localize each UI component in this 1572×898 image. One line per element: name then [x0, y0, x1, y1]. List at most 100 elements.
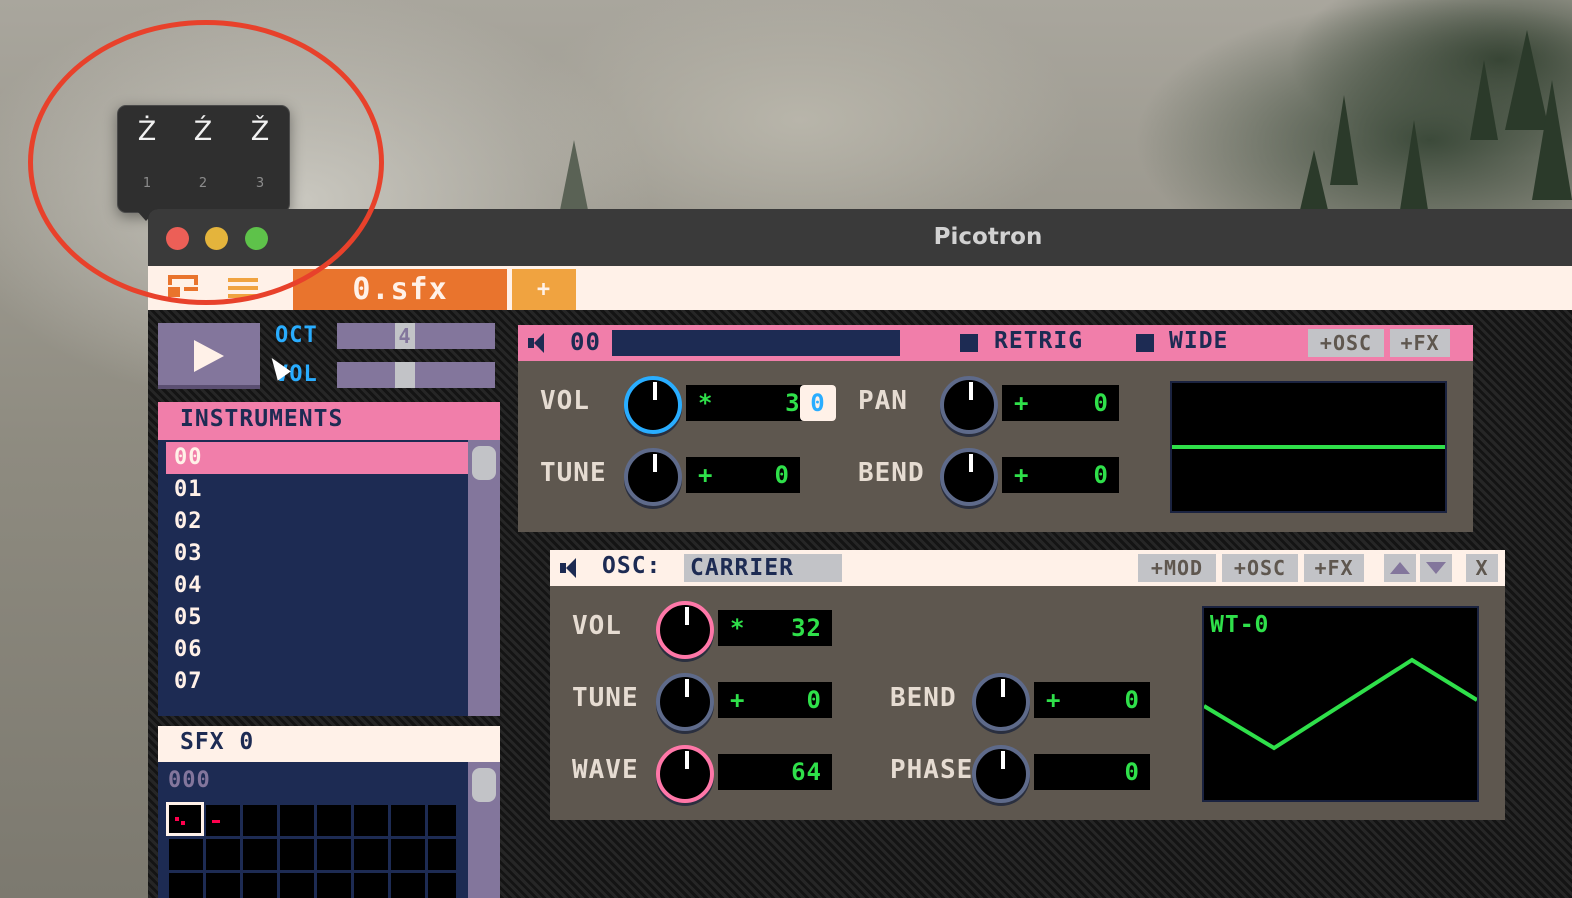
- play-icon: [194, 340, 224, 372]
- osc-vol-field[interactable]: * 32: [718, 610, 832, 646]
- tree: [1330, 95, 1358, 185]
- wave-field[interactable]: 64: [718, 754, 832, 790]
- instruments-header: INSTRUMENTS: [158, 402, 500, 440]
- remove-osc-button[interactable]: X: [1466, 554, 1498, 582]
- osc-name-field[interactable]: CARRIER: [684, 554, 842, 582]
- instrument-item[interactable]: 02: [166, 506, 466, 538]
- vol-sign: *: [698, 389, 714, 417]
- add-tab-button[interactable]: +: [512, 269, 576, 310]
- arrow-up-icon: [1390, 562, 1410, 574]
- tree: [1300, 150, 1328, 210]
- move-up-button[interactable]: [1384, 554, 1416, 582]
- add-fx-button[interactable]: +FX: [1390, 329, 1450, 357]
- volume-slider-handle[interactable]: [395, 362, 415, 388]
- volume-slider[interactable]: [337, 362, 495, 388]
- sfx-scrollbar[interactable]: [468, 762, 500, 898]
- move-down-button[interactable]: [1420, 554, 1452, 582]
- instruments-scrollbar[interactable]: [468, 440, 500, 716]
- tab-0-sfx[interactable]: 0.sfx: [293, 269, 507, 310]
- osc-vol-knob[interactable]: [656, 601, 714, 659]
- sfx-grid-cells[interactable]: [166, 802, 456, 898]
- phase-value: 0: [1124, 758, 1140, 786]
- note-marker: [212, 820, 220, 823]
- sfx-editor: OCT 4 VOL INSTRUMENTS 00 01 02 03 04 05 …: [148, 310, 1572, 898]
- sfx-pattern-grid[interactable]: 000: [158, 762, 500, 898]
- vol-knob[interactable]: [624, 376, 682, 434]
- pan-sign: +: [1014, 389, 1030, 417]
- wave-value: 64: [791, 758, 822, 786]
- instrument-node-panel: 00 RETRIG WIDE +OSC +FX VOL * 32 0 PAN +…: [518, 325, 1473, 532]
- add-mod-button[interactable]: +MOD: [1138, 554, 1216, 582]
- wide-checkbox[interactable]: [1136, 334, 1154, 352]
- tune-knob[interactable]: [624, 448, 682, 506]
- arrow-down-icon: [1426, 562, 1446, 574]
- node-name-field[interactable]: [612, 330, 900, 356]
- tune-label: TUNE: [540, 458, 607, 488]
- pan-label: PAN: [858, 386, 908, 416]
- instrument-item[interactable]: 04: [166, 570, 466, 602]
- tree: [560, 140, 588, 210]
- tree: [1470, 60, 1498, 140]
- instruments-title: INSTRUMENTS: [180, 406, 344, 432]
- bend-sign: +: [1014, 461, 1030, 489]
- bend-field[interactable]: + 0: [1002, 457, 1119, 493]
- bend-label: BEND: [858, 458, 925, 488]
- scrollbar-thumb[interactable]: [472, 768, 496, 802]
- phase-knob[interactable]: [972, 745, 1030, 803]
- phase-field[interactable]: 0: [1034, 754, 1150, 790]
- node-id: 00: [570, 328, 601, 356]
- phase-label: PHASE: [890, 755, 974, 785]
- bend-knob[interactable]: [940, 448, 998, 506]
- tune-sign: +: [698, 461, 714, 489]
- osc-header: OSC: CARRIER +MOD +OSC +FX X: [550, 550, 1505, 586]
- oct-slider[interactable]: 4: [337, 323, 495, 349]
- play-button[interactable]: [158, 323, 260, 389]
- osc-bend-field[interactable]: + 0: [1034, 682, 1150, 718]
- bend-value: 0: [1093, 461, 1109, 489]
- sfx-row-label: 000: [168, 768, 211, 793]
- instrument-item-selected[interactable]: 00: [166, 442, 468, 474]
- osc-tune-sign: +: [730, 686, 746, 714]
- wavetable-line: [1204, 657, 1477, 751]
- osc-tune-knob[interactable]: [656, 673, 714, 731]
- pan-field[interactable]: + 0: [1002, 385, 1119, 421]
- instrument-item[interactable]: 06: [166, 634, 466, 666]
- instruments-list[interactable]: 00 01 02 03 04 05 06 07: [158, 440, 500, 716]
- scrollbar-thumb[interactable]: [472, 446, 496, 480]
- sfx-grid-cursor: [166, 802, 204, 836]
- osc-vol-label: VOL: [572, 611, 622, 641]
- osc-tune-label: TUNE: [572, 683, 639, 713]
- wavetable-graph: [1204, 657, 1477, 751]
- retrig-checkbox[interactable]: [960, 334, 978, 352]
- add-fx-button[interactable]: +FX: [1304, 554, 1364, 582]
- osc-bend-sign: +: [1046, 686, 1062, 714]
- pan-knob[interactable]: [940, 376, 998, 434]
- osc-tune-field[interactable]: + 0: [718, 682, 832, 718]
- app-toolbar: 0.sfx +: [148, 266, 1572, 310]
- osc-label: OSC:: [602, 553, 662, 579]
- osc-bend-knob[interactable]: [972, 673, 1030, 731]
- vol-extra-field[interactable]: 0: [800, 385, 836, 421]
- instrument-item[interactable]: 05: [166, 602, 466, 634]
- retrig-label: RETRIG: [994, 328, 1084, 354]
- osc-bend-value: 0: [1124, 686, 1140, 714]
- osc-tune-value: 0: [806, 686, 822, 714]
- oct-value: 4: [395, 323, 415, 349]
- tune-field[interactable]: + 0: [686, 457, 800, 493]
- instrument-item[interactable]: 03: [166, 538, 466, 570]
- add-osc-button[interactable]: +OSC: [1222, 554, 1298, 582]
- oct-label: OCT: [275, 323, 318, 348]
- instrument-item[interactable]: 07: [166, 666, 466, 698]
- speaker-icon[interactable]: [560, 558, 580, 578]
- wave-knob[interactable]: [656, 745, 714, 803]
- osc-vol-sign: *: [730, 614, 746, 642]
- speaker-icon[interactable]: [528, 333, 548, 353]
- osc-vol-value: 32: [791, 614, 822, 642]
- window-title: Picotron: [933, 224, 1043, 250]
- wavetable-scope: WT-0: [1202, 606, 1479, 802]
- add-osc-button[interactable]: +OSC: [1308, 329, 1384, 357]
- sfx-header: SFX 0: [158, 726, 500, 762]
- instrument-item[interactable]: 01: [166, 474, 466, 506]
- node-waveform-scope: [1170, 381, 1447, 513]
- oscillator-panel: OSC: CARRIER +MOD +OSC +FX X VOL * 32 TU…: [550, 550, 1505, 820]
